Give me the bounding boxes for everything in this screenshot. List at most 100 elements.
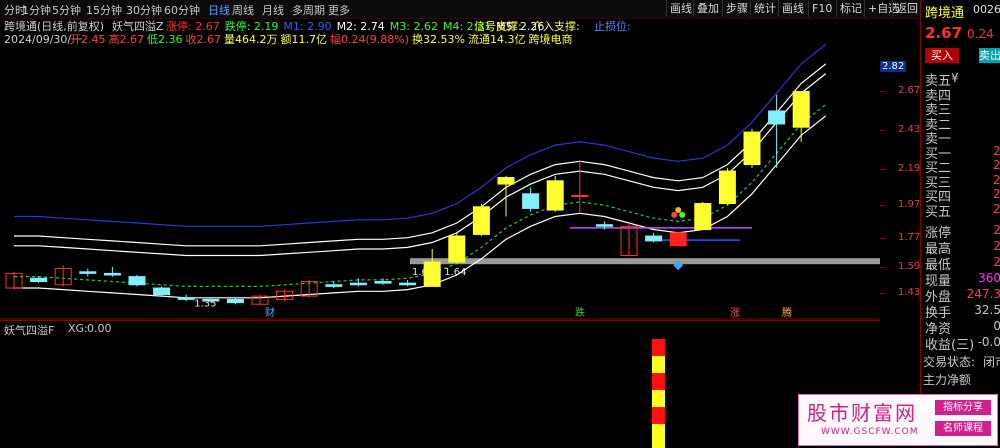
candle-body xyxy=(472,206,490,235)
xg-value: 0.00 xyxy=(87,322,112,335)
chart-header: 跨境通(日线,前复权) 妖气四溢Z 涨停: 2.67 跌停: 2.19 M1: 2.… xyxy=(4,18,879,33)
timeframe-tab-2[interactable]: 5分钟 xyxy=(52,2,81,18)
price-axis-tick xyxy=(880,237,886,239)
indicator-panel-name: 妖气四溢F xyxy=(4,324,55,337)
toolbar-button-4[interactable]: 画线 xyxy=(778,0,807,17)
trade-status-label: 交易状态: xyxy=(923,355,976,369)
stat-value-7: -0.0 xyxy=(977,335,1000,349)
watermark-tag-share: 指标分享 xyxy=(935,400,991,415)
quote-field-4: 量464.2万 xyxy=(224,33,278,46)
timeframe-tab-7[interactable]: 周线 xyxy=(232,2,254,18)
price-axis-label: 2.19 xyxy=(898,163,921,175)
price-axis-label: 1.43 xyxy=(898,286,921,298)
candle-body xyxy=(423,261,441,287)
candle-body xyxy=(645,235,663,242)
timeframe-tab-5[interactable]: 60分钟 xyxy=(164,2,200,18)
candle-body xyxy=(153,287,171,296)
orderbook-value-6: 2 xyxy=(993,158,1000,172)
quote-field-8: 流通14.3亿 xyxy=(467,33,526,46)
timeframe-tab-9[interactable]: 多周期 xyxy=(292,2,325,18)
toolbar-button-2[interactable]: 步骤 xyxy=(722,0,751,17)
price-axis-tick xyxy=(880,130,886,132)
timeframe-tab-6[interactable]: 日线 xyxy=(208,2,230,18)
top-toolbar: 分时 1分钟 5分钟 15分钟 30分钟 60分钟 日线 周线 月线 多周期 更多 画线 叠加 步骤 统计画… xyxy=(0,0,1000,19)
candle-body xyxy=(669,232,687,247)
price-axis-tick xyxy=(880,91,886,93)
quote-field-0: 开2.45 xyxy=(70,33,106,46)
low-price-marker: 1.35 xyxy=(194,298,216,309)
watermark-title: 股市财富网 xyxy=(807,401,917,425)
bottom-tag-1: 跌 xyxy=(575,306,585,319)
panel-stock-name: 跨境通 xyxy=(925,6,965,21)
candle-body xyxy=(595,224,613,227)
stat-value-1: 2 xyxy=(993,239,1000,253)
candle-body xyxy=(399,282,417,286)
candle-body xyxy=(522,193,540,209)
orderbook-value-9: 2 xyxy=(993,201,1000,216)
toolbar-button-5[interactable]: F10 xyxy=(808,0,835,17)
candle-body xyxy=(743,131,761,166)
signal-bar-segment xyxy=(652,390,665,407)
candle-body xyxy=(325,284,343,287)
toolbar-button-8[interactable]: 返回 xyxy=(892,0,921,17)
toolbar-button-6[interactable]: 标记 xyxy=(836,0,865,17)
quote-field-1: 高2.67 xyxy=(108,33,145,46)
price-axis-tick xyxy=(880,292,886,294)
panel-stock-code: 00264 xyxy=(973,3,1000,16)
candle-body xyxy=(497,177,515,185)
indicator-panel[interactable]: 100.080.0060.00 xyxy=(0,320,880,448)
signal-bar-segment xyxy=(652,373,665,390)
orderbook-value-5: 2 xyxy=(993,143,1000,158)
quote-line: 2024/09/30/一 开2.45 高2.67 低2.36 收2.67 量464.2万… xyxy=(4,31,879,47)
candle-body xyxy=(792,90,810,128)
stat-value-2: 2 xyxy=(993,255,1000,269)
quote-fields: 开2.45 高2.67 低2.36 收2.67 量464.2万 额11.7亿 幅0.24(9… xyxy=(70,31,575,47)
candle-body xyxy=(768,110,786,125)
stat-value-6: 0 xyxy=(993,319,1000,333)
quote-field-5: 额11.7亿 xyxy=(280,33,328,46)
envelope-upper-blue xyxy=(14,43,827,227)
stat-value-0: 2 xyxy=(993,223,1000,237)
timeframe-tab-3[interactable]: 15分钟 xyxy=(86,2,122,18)
signal-dot xyxy=(671,211,678,218)
bottom-tag-0: 财 xyxy=(265,306,275,319)
timeframe-tab-4[interactable]: 30分钟 xyxy=(126,2,162,18)
toolbar-button-0[interactable]: 画线 xyxy=(666,0,695,17)
stat-value-3: 360 xyxy=(978,271,1000,285)
price-axis-label: 1.59 xyxy=(898,260,921,272)
price-axis-tick xyxy=(880,266,886,268)
timeframe-tab-8[interactable]: 月线 xyxy=(262,2,284,18)
quote-field-3: 收2.67 xyxy=(185,33,222,46)
main-flow-label: 主力净额 xyxy=(923,373,972,387)
price-axis-tick xyxy=(880,67,886,69)
stat-value-4: 247.3 xyxy=(966,287,1000,301)
watermark-tag-course: 名师课程 xyxy=(935,421,991,436)
price-axis-label: 2.67 xyxy=(898,85,921,97)
sell-button[interactable]: 卖出 xyxy=(979,48,1000,63)
candle-body xyxy=(79,271,97,274)
signal-dot xyxy=(679,211,686,218)
price-axis-label: 1.97 xyxy=(898,199,921,211)
timeframe-tab-1[interactable]: 1分钟 xyxy=(22,2,51,18)
toolbar-button-1[interactable]: 叠加 xyxy=(693,0,722,17)
signal-bar-segment xyxy=(652,424,665,448)
buy-button[interactable]: 买入 xyxy=(925,48,959,63)
timeframe-tab-10[interactable]: 更多 xyxy=(328,2,350,18)
quote-stats: 涨停 2 最高 2 最低 2 现量 360 外盘 247.3 换手 32.5 净资 0 收益(三) -0.0 xyxy=(921,222,1000,372)
quote-field-7: 换32.53% xyxy=(412,33,465,46)
bottom-tag-3: 腾 xyxy=(782,306,792,319)
candle-body xyxy=(103,272,121,276)
candle-body xyxy=(448,235,466,263)
stat-value-5: 32.5 xyxy=(974,303,1000,317)
panel-price: 2.67 xyxy=(925,24,963,42)
toolbar-button-3[interactable]: 统计 xyxy=(750,0,779,17)
price-axis-label: 2.43 xyxy=(898,124,921,136)
candle-body xyxy=(177,297,195,300)
price-axis: 2.82 2.67 2.43 2.19 1.97 1.77 1.59 1.43 xyxy=(880,18,920,447)
orderbook-value-0: ¥ xyxy=(951,71,959,85)
candle-body xyxy=(546,180,564,211)
main-candlestick-chart[interactable]: 1.61 - 1.641.35财跌涨腾 xyxy=(0,18,880,320)
signal-bar-segment xyxy=(652,356,665,373)
price-axis-label: 1.77 xyxy=(898,231,921,243)
stat-label-7: 收益(三) xyxy=(925,338,975,353)
